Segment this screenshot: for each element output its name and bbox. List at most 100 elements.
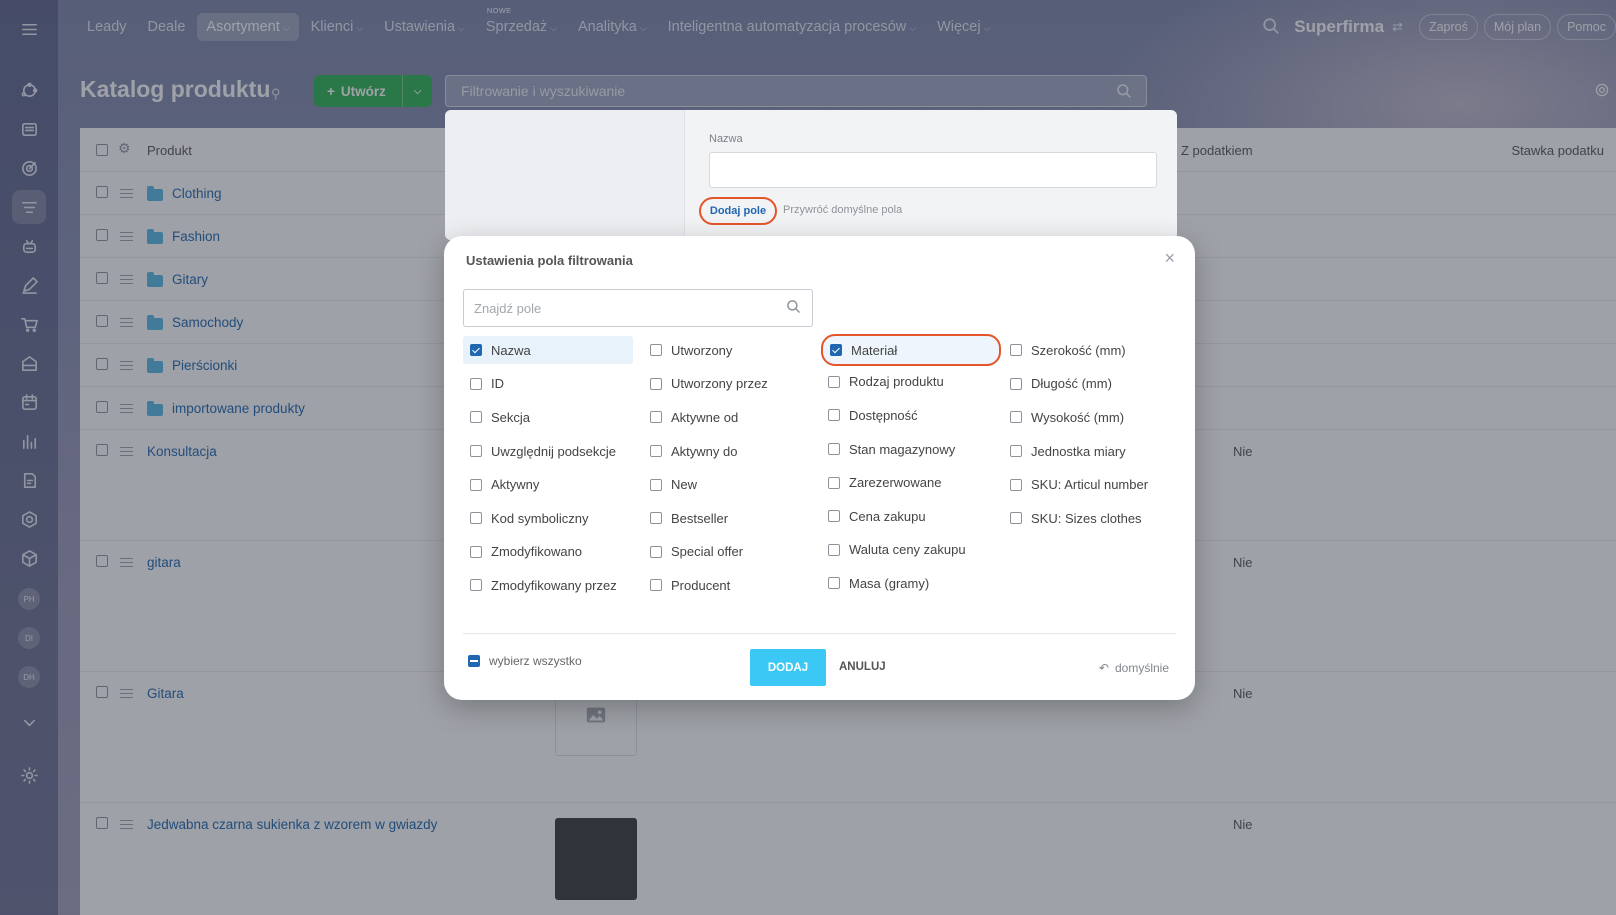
checkbox[interactable]	[470, 545, 482, 558]
field-option-checkbox[interactable]: Zarezerwowane	[821, 469, 1001, 497]
field-option-checkbox[interactable]: Aktywne od	[643, 403, 813, 431]
checkbox[interactable]	[470, 344, 482, 356]
checkbox[interactable]	[650, 377, 662, 390]
field-option-checkbox[interactable]: Special offer	[643, 538, 813, 566]
checkbox[interactable]	[650, 344, 662, 356]
field-option-label: Special offer	[671, 544, 744, 559]
field-option-label: ID	[491, 376, 504, 391]
field-option-checkbox[interactable]: Sekcja	[463, 403, 633, 431]
modal-divider	[463, 633, 1176, 634]
add-field-button[interactable]: Dodaj pole	[699, 197, 777, 225]
field-option-label: Utworzony	[671, 342, 733, 358]
field-option-label: Waluta ceny zakupu	[849, 542, 966, 557]
checkbox[interactable]	[650, 545, 662, 558]
checkbox-indeterminate	[468, 655, 480, 667]
field-option-checkbox[interactable]: Dostępność	[821, 401, 1001, 429]
checkbox[interactable]	[470, 445, 482, 457]
checkbox[interactable]	[828, 543, 840, 556]
checkbox[interactable]	[1010, 478, 1022, 491]
field-option-checkbox[interactable]: Nazwa	[463, 336, 633, 364]
field-option-label: Aktywny	[491, 477, 540, 492]
field-option-checkbox[interactable]: Materiał	[821, 334, 1001, 366]
field-option-checkbox[interactable]: Utworzony przez	[643, 370, 813, 398]
field-option-checkbox[interactable]: Aktywny do	[643, 437, 813, 465]
checkbox[interactable]	[650, 445, 662, 457]
add-button[interactable]: DODAJ	[750, 649, 826, 686]
field-option-checkbox[interactable]: Rodzaj produktu	[821, 368, 1001, 396]
filter-presets-column	[445, 110, 685, 240]
modal-title: Ustawienia pola filtrowania	[466, 253, 633, 268]
field-option-label: Uwzględnij podsekcje	[491, 443, 617, 459]
filter-field-label: Nazwa	[709, 133, 743, 145]
checkbox[interactable]	[470, 579, 482, 591]
checkbox[interactable]	[470, 411, 482, 423]
field-option-label: Masa (gramy)	[849, 575, 930, 591]
checkbox[interactable]	[1010, 411, 1022, 423]
field-option-checkbox[interactable]: SKU: Articul number	[1003, 471, 1173, 499]
checkbox[interactable]	[828, 409, 840, 421]
checkbox[interactable]	[470, 478, 482, 491]
field-option-checkbox[interactable]: Zmodyfikowano	[463, 538, 633, 566]
field-option-label: Zarezerwowane	[849, 475, 942, 490]
field-option-checkbox[interactable]: Stan magazynowy	[821, 435, 1001, 463]
restore-default-button[interactable]: ↶ domyślnie	[1099, 661, 1169, 675]
field-option-checkbox[interactable]: Producent	[643, 571, 813, 599]
field-option-checkbox[interactable]: Jednostka miary	[1003, 437, 1173, 465]
field-option-label: Dostępność	[849, 407, 918, 423]
filter-field-settings-modal: Ustawienia pola filtrowania × Nazwa ID Sek…	[444, 236, 1195, 700]
field-option-label: Szerokość (mm)	[1031, 342, 1126, 358]
field-option-checkbox[interactable]: Masa (gramy)	[821, 569, 1001, 597]
checkbox[interactable]	[650, 478, 662, 491]
checkbox[interactable]	[1010, 512, 1022, 524]
field-option-label: Jednostka miary	[1031, 443, 1126, 459]
reset-default-fields-link[interactable]: Przywróć domyślne pola	[783, 204, 902, 216]
checkbox[interactable]	[1010, 344, 1022, 356]
checkbox[interactable]	[830, 344, 842, 356]
field-option-checkbox[interactable]: Utworzony	[643, 336, 813, 364]
field-option-checkbox[interactable]: SKU: Sizes clothes	[1003, 504, 1173, 532]
field-option-label: Zmodyfikowany przez	[491, 577, 617, 593]
checkbox[interactable]	[650, 512, 662, 524]
field-option-label: SKU: Articul number	[1031, 477, 1149, 492]
checkbox[interactable]	[470, 377, 482, 390]
field-option-label: Aktywny do	[671, 443, 738, 459]
checkbox[interactable]	[650, 579, 662, 591]
field-option-label: Producent	[671, 577, 731, 593]
checkbox[interactable]	[1010, 377, 1022, 390]
checkbox[interactable]	[828, 375, 840, 388]
filter-panel: Nazwa Dodaj pole Przywróć domyślne pola	[445, 110, 1177, 240]
field-option-checkbox[interactable]: Zmodyfikowany przez	[463, 571, 633, 599]
field-option-checkbox[interactable]: Waluta ceny zakupu	[821, 536, 1001, 564]
field-option-checkbox[interactable]: Aktywny	[463, 471, 633, 499]
undo-icon: ↶	[1098, 661, 1109, 675]
checkbox[interactable]	[828, 577, 840, 589]
cancel-button[interactable]: ANULUJ	[839, 661, 886, 673]
field-option-label: Bestseller	[671, 510, 729, 526]
select-all-checkbox[interactable]: wybierz wszystko	[463, 654, 582, 668]
field-option-label: Długość (mm)	[1031, 376, 1112, 391]
checkbox[interactable]	[470, 512, 482, 524]
field-option-checkbox[interactable]: ID	[463, 370, 633, 398]
close-icon[interactable]: ×	[1164, 248, 1175, 269]
field-option-label: Cena zakupu	[849, 508, 926, 524]
checkbox[interactable]	[828, 443, 840, 455]
filter-name-input[interactable]	[709, 152, 1157, 188]
checkbox[interactable]	[650, 411, 662, 423]
field-option-checkbox[interactable]: Cena zakupu	[821, 502, 1001, 530]
checkbox[interactable]	[828, 476, 840, 489]
checkbox[interactable]	[828, 510, 840, 522]
field-option-checkbox[interactable]: Długość (mm)	[1003, 370, 1173, 398]
field-option-label: New	[671, 477, 698, 492]
checkbox[interactable]	[1010, 445, 1022, 457]
field-search-input[interactable]	[463, 289, 813, 327]
field-option-label: Materiał	[851, 342, 898, 358]
field-option-label: Utworzony przez	[671, 376, 768, 391]
field-option-checkbox[interactable]: Wysokość (mm)	[1003, 403, 1173, 431]
field-option-checkbox[interactable]: Kod symboliczny	[463, 504, 633, 532]
field-option-checkbox[interactable]: New	[643, 471, 813, 499]
field-option-checkbox[interactable]: Szerokość (mm)	[1003, 336, 1173, 364]
field-option-label: Nazwa	[491, 342, 531, 358]
field-option-checkbox[interactable]: Bestseller	[643, 504, 813, 532]
field-option-label: Rodzaj produktu	[849, 374, 944, 389]
field-option-checkbox[interactable]: Uwzględnij podsekcje	[463, 437, 633, 465]
